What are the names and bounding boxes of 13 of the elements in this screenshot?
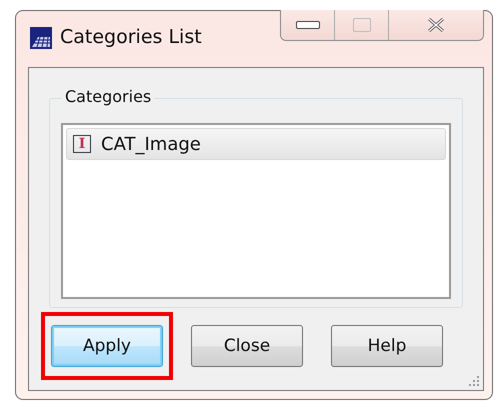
minimize-button[interactable]	[281, 10, 335, 40]
window-title: Categories List	[60, 26, 202, 48]
resize-grip-icon	[468, 375, 480, 387]
list-item[interactable]: I CAT_Image	[66, 128, 446, 160]
group-label: Categories	[62, 87, 154, 106]
category-list[interactable]: I CAT_Image	[61, 123, 451, 299]
dialog-button[interactable]: Help	[331, 325, 443, 367]
dialog-button[interactable]: Close	[191, 325, 303, 367]
close-button[interactable]	[389, 10, 483, 40]
dialog-button[interactable]: Apply	[51, 325, 163, 367]
close-icon	[426, 17, 446, 33]
app-icon	[30, 27, 52, 49]
image-category-icon: I	[73, 135, 91, 153]
